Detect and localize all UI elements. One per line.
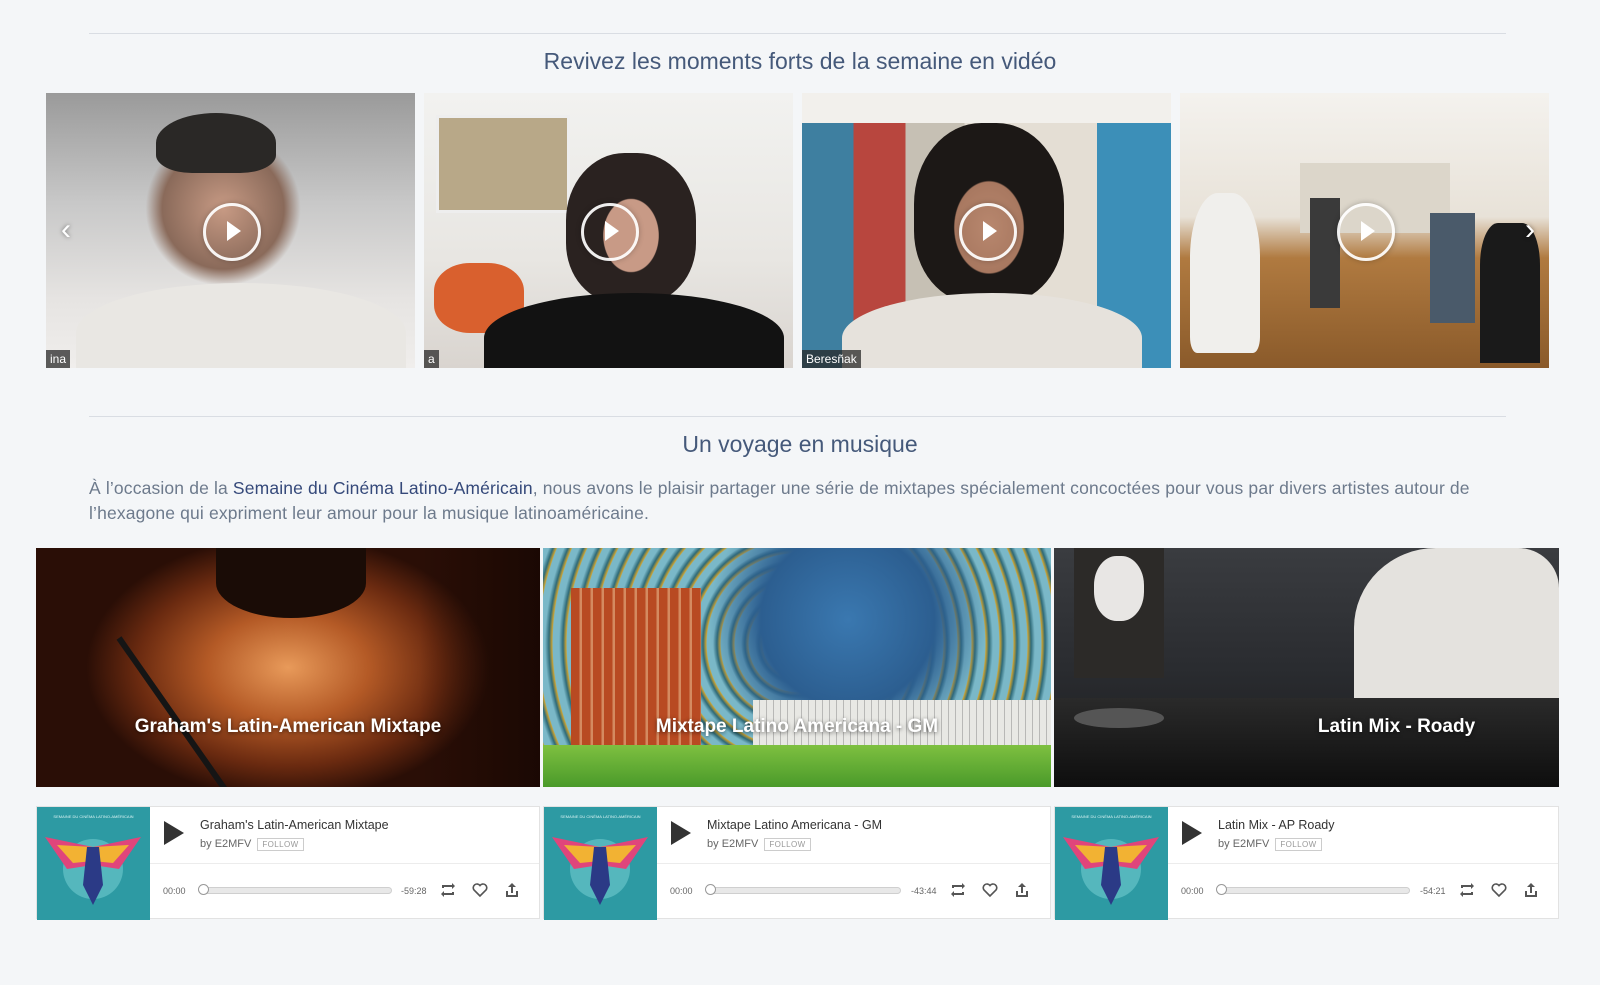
player-divider <box>1168 863 1558 864</box>
cover-art: SEMAINE DU CINÉMA LATINO-AMÉRICAIN <box>1055 807 1168 920</box>
video-name-tag: a <box>424 350 439 368</box>
musician-3 <box>1430 213 1475 323</box>
track-title[interactable]: Latin Mix - AP Roady <box>1218 818 1335 832</box>
progress-knob[interactable] <box>705 884 716 895</box>
mixtape-banner-1[interactable]: Graham's Latin-American Mixtape <box>36 548 540 787</box>
video-name-tag: Beresñak <box>802 350 861 368</box>
lawn <box>543 745 1051 787</box>
wall-painting <box>436 115 570 213</box>
progress-slider[interactable] <box>705 884 901 895</box>
artist-name[interactable]: E2MFV <box>1233 838 1270 850</box>
time-remaining: -43:44 <box>911 886 937 896</box>
banner-title: Graham's Latin-American Mixtape <box>134 716 442 737</box>
video-carousel: ina a Beresñak ‹ › <box>46 93 1549 368</box>
carousel-next-icon[interactable]: › <box>1518 215 1542 245</box>
repeat-icon[interactable] <box>950 882 966 898</box>
music-section-title: Un voyage en musique <box>682 431 918 457</box>
intro-text-start: À l’occasion de la <box>89 478 233 498</box>
banner-title: Latin Mix - Roady <box>1317 716 1476 737</box>
video-name-tag: ina <box>46 350 71 368</box>
top-divider <box>89 33 1506 34</box>
bird-illustration <box>552 837 648 905</box>
player-divider <box>150 863 539 864</box>
music-divider <box>89 416 1506 417</box>
progress-knob[interactable] <box>198 884 209 895</box>
wall-decoration <box>1094 556 1144 621</box>
cover-art: SEMAINE DU CINÉMA LATINO-AMÉRICAIN <box>544 807 657 920</box>
progress-slider[interactable] <box>1216 884 1410 895</box>
video-card-2[interactable]: a <box>424 93 793 368</box>
heart-icon[interactable] <box>472 882 488 898</box>
music-intro-text: À l’occasion de la Semaine du Cinéma Lat… <box>89 476 1509 526</box>
artist-name[interactable]: E2MFV <box>722 838 759 850</box>
person-hair <box>156 113 276 173</box>
video-card-4[interactable] <box>1180 93 1549 368</box>
videos-section-title: Revivez les moments forts de la semaine … <box>543 48 1057 74</box>
banner-title: Mixtape Latino Americana - GM <box>655 716 939 737</box>
banner-shade <box>420 548 540 787</box>
musician-1 <box>1190 193 1260 353</box>
play-icon[interactable] <box>202 202 261 261</box>
progress-knob[interactable] <box>1216 884 1227 895</box>
bird-illustration <box>45 837 141 905</box>
time-elapsed: 00:00 <box>163 886 186 896</box>
video-card-1[interactable]: ina <box>46 93 415 368</box>
artist-name[interactable]: E2MFV <box>215 838 252 850</box>
track-title[interactable]: Graham's Latin-American Mixtape <box>200 818 389 832</box>
track-artist: by E2MFV FOLLOW <box>707 838 811 851</box>
mixtape-banner-2[interactable]: Mixtape Latino Americana - GM <box>543 548 1051 787</box>
track-title[interactable]: Mixtape Latino Americana - GM <box>707 818 882 832</box>
share-icon[interactable] <box>1014 882 1030 898</box>
cinema-week-link[interactable]: Semaine du Cinéma Latino-Américain <box>233 478 533 498</box>
time-remaining: -54:21 <box>1420 886 1446 896</box>
play-icon[interactable] <box>958 202 1017 261</box>
carousel-prev-icon[interactable]: ‹ <box>54 215 78 245</box>
follow-button[interactable]: FOLLOW <box>1275 838 1322 851</box>
heart-icon[interactable] <box>982 882 998 898</box>
by-label: by <box>200 838 212 850</box>
mixtape-banner-3[interactable]: Latin Mix - Roady <box>1054 548 1559 787</box>
progress-slider[interactable] <box>198 884 392 895</box>
play-button-icon[interactable] <box>671 821 691 845</box>
play-icon[interactable] <box>1336 202 1395 261</box>
play-button-icon[interactable] <box>164 821 184 845</box>
track-artist: by E2MFV FOLLOW <box>1218 838 1322 851</box>
time-elapsed: 00:00 <box>670 886 693 896</box>
video-card-3[interactable]: Beresñak <box>802 93 1171 368</box>
time-remaining: -59:28 <box>401 886 427 896</box>
soundcloud-player-1: SEMAINE DU CINÉMA LATINO-AMÉRICAIN Graha… <box>36 806 540 920</box>
repeat-icon[interactable] <box>1459 882 1475 898</box>
follow-button[interactable]: FOLLOW <box>764 838 811 851</box>
soundcloud-player-2: SEMAINE DU CINÉMA LATINO-AMÉRICAIN Mixta… <box>543 806 1051 920</box>
player-divider <box>657 863 1050 864</box>
play-icon[interactable] <box>580 202 639 261</box>
follow-button[interactable]: FOLLOW <box>257 838 304 851</box>
cover-art: SEMAINE DU CINÉMA LATINO-AMÉRICAIN <box>37 807 150 920</box>
play-button-icon[interactable] <box>1182 821 1202 845</box>
turntable <box>1074 708 1164 728</box>
musician-2 <box>1310 198 1340 308</box>
by-label: by <box>1218 838 1230 850</box>
heart-icon[interactable] <box>1491 882 1507 898</box>
share-icon[interactable] <box>1523 882 1539 898</box>
by-label: by <box>707 838 719 850</box>
share-icon[interactable] <box>504 882 520 898</box>
bird-illustration <box>1063 837 1159 905</box>
soundcloud-player-3: SEMAINE DU CINÉMA LATINO-AMÉRICAIN Latin… <box>1054 806 1559 920</box>
ceiling <box>802 93 1171 123</box>
time-elapsed: 00:00 <box>1181 886 1204 896</box>
track-artist: by E2MFV FOLLOW <box>200 838 304 851</box>
performer-hair <box>216 548 366 618</box>
repeat-icon[interactable] <box>440 882 456 898</box>
